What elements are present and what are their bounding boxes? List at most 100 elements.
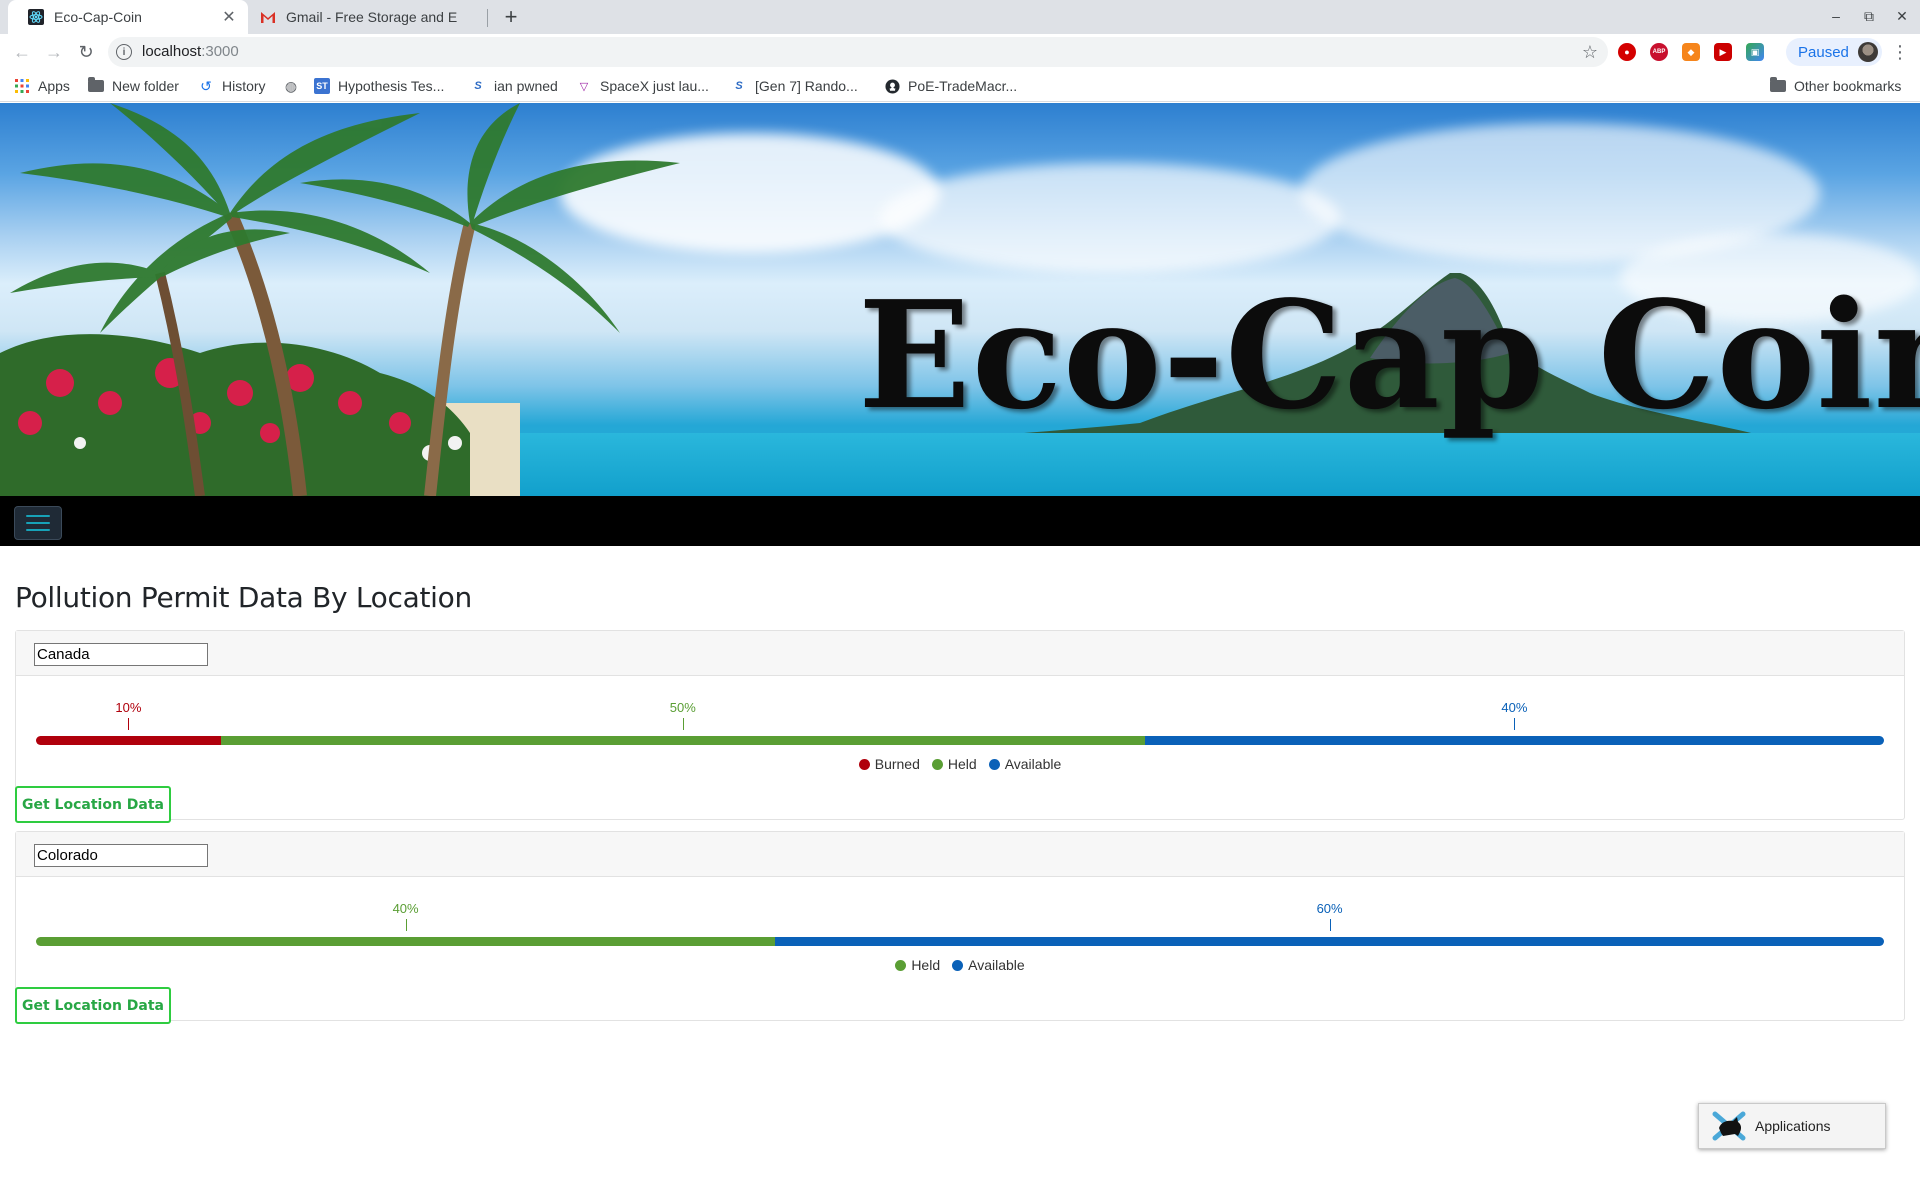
- bookmark-new-folder[interactable]: New folder: [88, 77, 179, 95]
- applications-icon: [1711, 1108, 1747, 1144]
- tab-title: Eco-Cap-Coin: [54, 9, 142, 25]
- bookmark-label: History: [222, 78, 266, 94]
- address-url: localhost:3000: [142, 43, 239, 60]
- percent-tick-held: [682, 718, 684, 730]
- st-icon: ST: [314, 78, 330, 94]
- s-icon: S: [735, 80, 743, 92]
- browser-toolbar: ← → ↻ i localhost:3000 ☆ ● ABP ◆ ▶ ▣ Pau…: [0, 34, 1920, 70]
- history-icon: ↺: [200, 77, 212, 94]
- percent-label-available: 60%: [1316, 901, 1343, 916]
- bookmark-hypothesis[interactable]: ST Hypothesis Tes...: [314, 77, 444, 95]
- bookmark-label: ian pwned: [494, 78, 558, 94]
- hero-banner: Eco-Cap Coin: [0, 103, 1920, 496]
- permit-bar-chart: 40% 60% Held Available: [16, 877, 1904, 977]
- percent-tick-available: [1329, 919, 1331, 931]
- legend-item-available[interactable]: Available: [952, 957, 1025, 973]
- navbar-toggler-button[interactable]: [14, 506, 62, 540]
- legend-item-burned[interactable]: Burned: [858, 756, 920, 772]
- forward-icon[interactable]: →: [42, 40, 66, 64]
- bookmark-label: Hypothesis Tes...: [338, 78, 445, 94]
- restore-icon[interactable]: ⧉: [1859, 6, 1879, 26]
- navbar: [0, 496, 1920, 546]
- location-card: 40% 60% Held Available Get Location Data: [15, 831, 1905, 1024]
- back-icon[interactable]: ←: [10, 40, 34, 64]
- legend-item-available[interactable]: Available: [988, 756, 1062, 772]
- location-card: 10% 50% 40% Burned Held Available Get Locatio…: [15, 630, 1905, 823]
- verge-icon: ▽: [579, 80, 589, 93]
- percent-label-held: 40%: [392, 901, 419, 916]
- percent-label-burned: 10%: [115, 700, 142, 715]
- tab-gmail[interactable]: Gmail - Free Storage and E: [248, 0, 488, 34]
- new-tab-button[interactable]: +: [498, 4, 524, 30]
- percent-tick-available: [1514, 718, 1516, 730]
- avatar: [1858, 42, 1878, 62]
- applications-label: Applications: [1755, 1118, 1831, 1134]
- folder-icon: [1770, 77, 1786, 94]
- close-tab-icon[interactable]: ✕: [220, 8, 238, 26]
- page-title: Pollution Permit Data By Location: [15, 581, 472, 614]
- youtube-extension-icon[interactable]: ▶: [1714, 43, 1732, 61]
- tab-eco-cap-coin[interactable]: Eco-Cap-Coin ✕: [8, 0, 248, 34]
- percent-label-held: 50%: [669, 700, 696, 715]
- legend-dot-icon: [952, 959, 964, 971]
- bar-segment-available: [1144, 736, 1884, 745]
- percent-tick-burned: [128, 718, 130, 730]
- location-input[interactable]: [34, 844, 208, 867]
- bookmark-star-icon[interactable]: ☆: [1582, 42, 1598, 63]
- legend-item-held[interactable]: Held: [895, 957, 940, 973]
- applications-button[interactable]: Applications: [1698, 1103, 1886, 1149]
- address-bar[interactable]: i localhost:3000 ☆: [108, 37, 1608, 67]
- adblock-extension-icon[interactable]: ABP: [1650, 43, 1668, 61]
- tab-strip: Eco-Cap-Coin ✕ Gmail - Free Storage and …: [0, 0, 1920, 34]
- legend-label: Burned: [874, 756, 920, 772]
- close-window-icon[interactable]: ✕: [1892, 6, 1912, 26]
- legend-label: Available: [1004, 756, 1062, 772]
- profile-button[interactable]: Paused: [1786, 38, 1882, 66]
- gmail-icon: [260, 9, 276, 25]
- permit-bar-chart: 10% 50% 40% Burned Held Available: [16, 676, 1904, 776]
- legend-label: Held: [947, 756, 977, 772]
- github-icon: [884, 78, 900, 94]
- bookmark-history[interactable]: ↺ History: [198, 77, 266, 95]
- bookmark-other[interactable]: Other bookmarks: [1770, 77, 1901, 95]
- get-location-data-button[interactable]: Get Location Data: [15, 987, 171, 1024]
- bookmarks-bar: Apps New folder ↺ History ◍ ST Hypothesi…: [0, 70, 1920, 102]
- info-icon[interactable]: i: [116, 44, 132, 60]
- legend-dot-icon: [858, 758, 870, 770]
- bookmark-globe[interactable]: ◍: [283, 77, 307, 95]
- bookmark-label: Apps: [38, 78, 70, 94]
- react-icon: [28, 9, 44, 25]
- page-viewport: Eco-Cap Coin Pollution Permit Data By Lo…: [0, 103, 1920, 1200]
- bookmark-ian-pwned[interactable]: S ian pwned: [470, 77, 558, 95]
- more-menu-icon[interactable]: ⋮: [1890, 40, 1910, 64]
- bookmark-poe[interactable]: PoE-TradeMacr...: [884, 77, 1017, 95]
- bookmark-gen7[interactable]: S [Gen 7] Rando...: [731, 77, 858, 95]
- card-header: [16, 631, 1904, 676]
- bar-segment-burned: [36, 736, 221, 745]
- bookmark-apps[interactable]: Apps: [14, 77, 70, 95]
- globe-icon: ◍: [284, 77, 298, 94]
- legend-dot-icon: [895, 959, 907, 971]
- legend-label: Held: [911, 957, 941, 973]
- palm-trees-illustration: [0, 103, 680, 496]
- ublock-extension-icon[interactable]: ●: [1618, 43, 1636, 61]
- permit-bar: [36, 736, 1884, 745]
- legend-label: Available: [968, 957, 1025, 973]
- bookmark-label: PoE-TradeMacr...: [908, 78, 1018, 94]
- bookmark-spacex[interactable]: ▽ SpaceX just lau...: [576, 77, 709, 95]
- bookmark-label: Other bookmarks: [1794, 78, 1902, 94]
- location-input[interactable]: [34, 643, 208, 666]
- reload-icon[interactable]: ↻: [74, 40, 98, 64]
- legend-item-held[interactable]: Held: [931, 756, 977, 772]
- bookmark-label: [Gen 7] Rando...: [755, 78, 858, 94]
- s-icon: S: [474, 80, 482, 92]
- metamask-extension-icon[interactable]: ◆: [1682, 43, 1700, 61]
- tab-title: Gmail - Free Storage and E: [286, 9, 458, 25]
- get-location-data-button[interactable]: Get Location Data: [15, 786, 171, 823]
- bar-segment-held: [220, 736, 1145, 745]
- chart-legend: Burned Held Available: [16, 756, 1904, 772]
- minimize-icon[interactable]: –: [1826, 6, 1846, 26]
- hero-title: Eco-Cap Coin: [858, 268, 1920, 442]
- photo-extension-icon[interactable]: ▣: [1746, 43, 1764, 61]
- bar-segment-available: [775, 937, 1884, 946]
